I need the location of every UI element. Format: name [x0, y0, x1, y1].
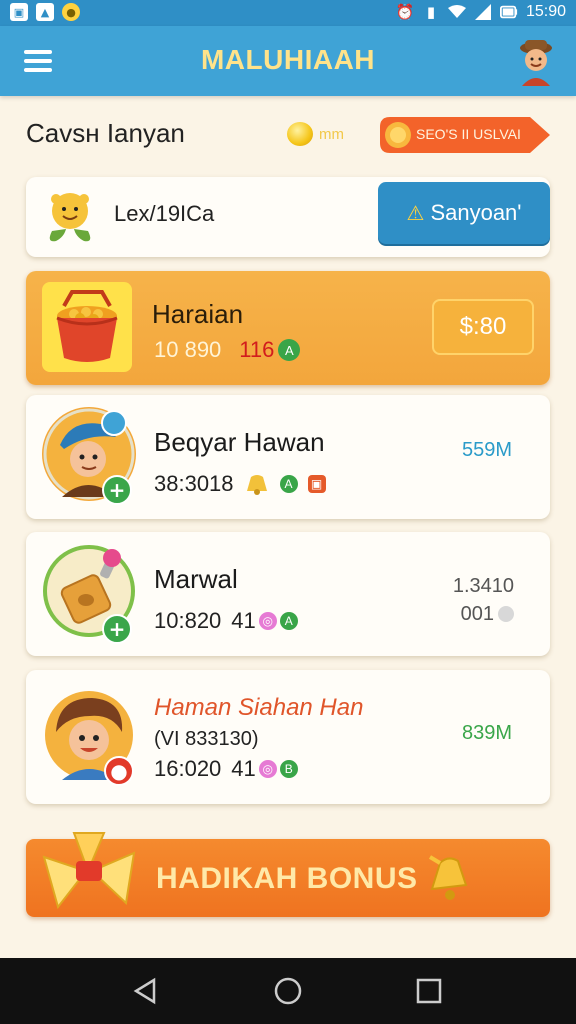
bonus-button[interactable]: HADIKAH BONUS	[26, 832, 550, 917]
battery-icon	[499, 3, 518, 21]
back-icon[interactable]	[130, 976, 160, 1006]
row-stats: 10:820 41 ◎ A	[154, 608, 298, 634]
vibrate-icon: ▮	[426, 3, 436, 21]
app-bar: MALUHIAAH	[0, 26, 576, 96]
featured-stat-1: 10 890	[154, 337, 222, 362]
featured-stats: 10 890 116 A	[154, 337, 301, 363]
notification-image-icon: ▲	[36, 3, 54, 21]
row-name: Marwal	[154, 564, 238, 594]
badge-a-icon: A	[279, 612, 298, 630]
silver-coin-icon	[498, 606, 514, 622]
sanyoan-label: Sanyoan'	[430, 200, 522, 225]
signal-icon	[474, 3, 492, 21]
bell-icon	[426, 853, 470, 903]
mascot-icon	[42, 185, 98, 245]
player-name: Lex/19ICa	[114, 201, 215, 226]
badge-box-icon: ▣	[307, 475, 326, 493]
gift-bow-icon	[34, 827, 146, 923]
featured-item-card[interactable]: Haraian 10 890 116 A $:80	[26, 271, 550, 385]
player-card: Lex/19ICa ⚠ Sanyoan'	[26, 177, 550, 257]
badge-a-icon: A	[279, 475, 298, 493]
badge-gem-icon: ◎	[258, 612, 277, 630]
row-stats: 38:3018 A ▣	[154, 471, 326, 497]
list-item[interactable]: + Beqyar Hawan 38:3018 A ▣ 559M	[26, 395, 550, 519]
list-item[interactable]: ● Haman Siahan Han (VI 833130) 16:020 41…	[26, 670, 550, 804]
add-icon[interactable]: +	[102, 475, 132, 505]
row-value: 559M	[461, 439, 512, 461]
featured-stat-2: 116	[239, 337, 275, 362]
app-title: MALUHIAAH	[200, 44, 376, 75]
coin-balance-text: mm	[319, 125, 344, 143]
coin-icon	[287, 122, 313, 146]
system-nav-bar	[0, 958, 576, 1024]
row-value-line2: 001	[460, 603, 494, 625]
page-title: Cavsн Ianyan	[26, 118, 185, 148]
row-stats: 16:020 41 ◎ B	[154, 756, 298, 782]
row-stat: 38:3018	[154, 471, 234, 496]
offer-button[interactable]: SEO'S II USLVAI	[380, 117, 550, 153]
badge-gem-icon: ◎	[258, 760, 277, 778]
row-stat: 16:020	[154, 756, 222, 781]
row-name: Haman Siahan Han	[154, 694, 364, 721]
coin-balance: mm	[287, 122, 344, 146]
notification-app-icon: ▣	[10, 3, 28, 21]
list-item[interactable]: + Marwal 10:820 41 ◎ A 1.3410 001	[26, 532, 550, 656]
bell-icon	[244, 473, 270, 495]
remove-icon[interactable]: ●	[104, 756, 134, 786]
row-value-line1: 1.3410	[452, 575, 514, 597]
wifi-icon	[447, 3, 466, 21]
profile-avatar[interactable]	[516, 36, 556, 86]
home-icon[interactable]	[273, 976, 303, 1006]
notification-coin-icon: ●	[62, 3, 80, 21]
sanyoan-button[interactable]: ⚠ Sanyoan'	[378, 182, 550, 244]
featured-title: Haraian	[152, 299, 244, 329]
price-button[interactable]: $:80	[432, 299, 534, 355]
badge-b-icon: B	[279, 760, 298, 778]
level-badge-icon: A	[278, 339, 301, 361]
row-stat: 10:820	[154, 608, 222, 633]
recents-icon[interactable]	[414, 976, 444, 1006]
offer-label: SEO'S II USLVAI	[416, 126, 521, 142]
row-badge: 41	[231, 608, 256, 633]
basket-icon	[42, 282, 132, 372]
bonus-label: HADIKAH BONUS	[156, 862, 418, 895]
row-value: 839M	[461, 722, 512, 744]
add-icon[interactable]: +	[102, 614, 132, 644]
status-bar: ▣ ▲ ● ⏰ ▮ 15:90	[0, 0, 576, 26]
row-name: Beqyar Hawan	[154, 427, 325, 457]
alarm-icon: ⏰	[395, 3, 415, 21]
row-value: 1.3410 001	[453, 572, 514, 628]
warning-icon: ⚠	[406, 202, 425, 225]
status-time: 15:90	[525, 3, 566, 20]
row-subtitle: (VI 833130)	[154, 728, 259, 750]
row-badge: 41	[231, 756, 256, 781]
